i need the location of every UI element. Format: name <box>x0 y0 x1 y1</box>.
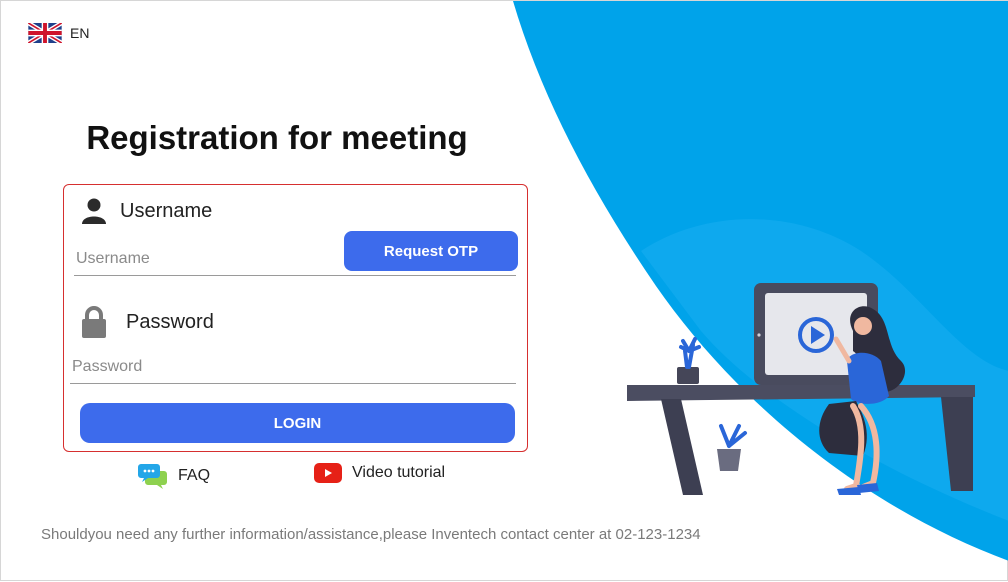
username-label: Username <box>120 199 213 222</box>
language-code: EN <box>70 25 90 41</box>
password-input[interactable] <box>70 351 516 384</box>
faq-link[interactable]: FAQ <box>138 463 210 489</box>
user-icon <box>82 198 106 224</box>
chat-bubbles-icon <box>138 464 167 489</box>
desk-plant <box>677 337 701 384</box>
lock-icon <box>82 306 106 338</box>
language-selector[interactable]: EN <box>28 23 89 43</box>
request-otp-button[interactable]: Request OTP <box>344 231 518 271</box>
password-label: Password <box>126 310 214 333</box>
floor-plant <box>717 424 747 471</box>
uk-flag-icon <box>28 23 62 43</box>
login-form: Username Request OTP Password LOGIN <box>63 184 528 452</box>
contact-footer: Shouldyou need any further information/a… <box>41 526 701 543</box>
video-tutorial-label: Video tutorial <box>352 464 446 481</box>
username-header: Username <box>80 197 212 225</box>
page-title: Registration for meeting <box>86 119 468 156</box>
video-tutorial-link[interactable]: Video tutorial <box>314 463 445 483</box>
faq-label: FAQ <box>178 467 211 484</box>
login-button[interactable]: LOGIN <box>80 403 515 443</box>
youtube-icon <box>314 463 342 483</box>
password-header: Password <box>80 305 214 339</box>
